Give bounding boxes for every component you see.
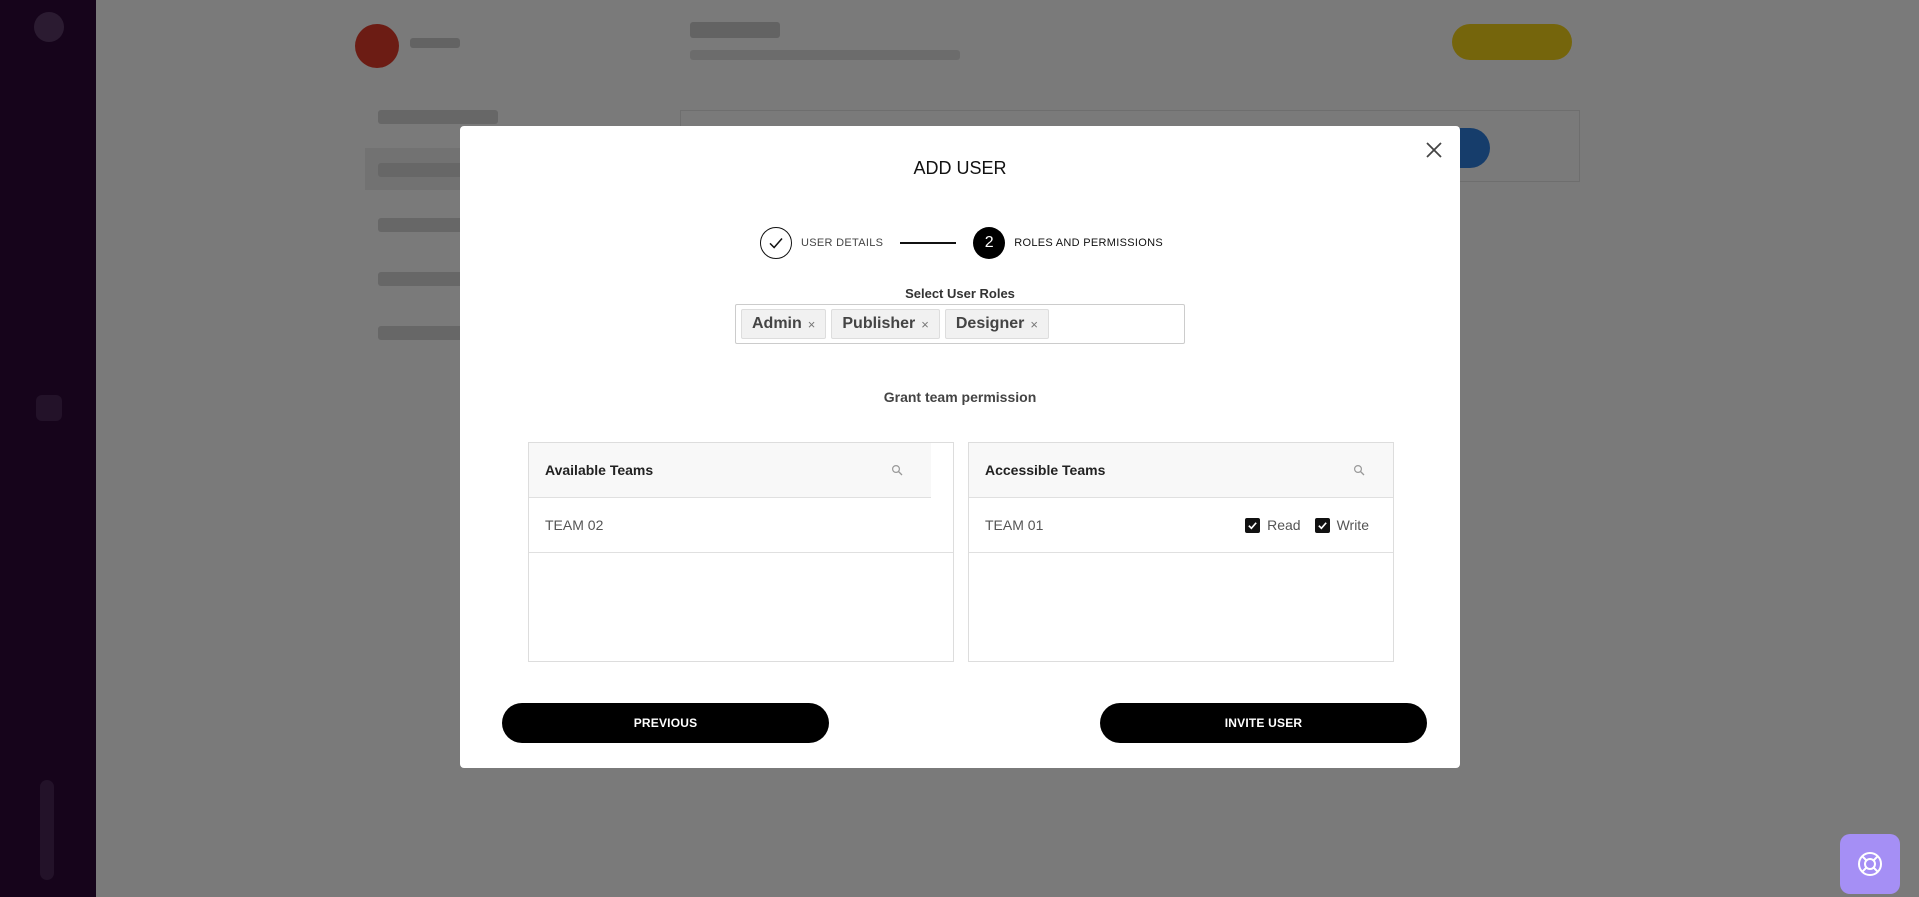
role-chip-designer: Designer × (944, 309, 1049, 339)
grant-permission-label: Grant team permission (883, 389, 1037, 405)
accessible-teams-title: Accessible Teams (985, 462, 1106, 478)
role-chip-label: Admin (752, 315, 802, 332)
modal-title: ADD USER (913, 158, 1007, 178)
add-user-modal: ADD USER USER DETAILS 2 ROLES AND PERMIS… (460, 126, 1460, 768)
close-icon (1426, 142, 1442, 158)
read-permission-checkbox[interactable]: Read (1245, 517, 1301, 533)
available-team-row[interactable]: TEAM 02 (529, 498, 953, 553)
checkbox-checked-icon[interactable] (1245, 517, 1261, 533)
available-teams-search[interactable] (891, 464, 903, 476)
accessible-team-row[interactable]: TEAM 01 Read Write (969, 498, 1393, 553)
search-icon (891, 464, 903, 476)
write-label: Write (1336, 517, 1369, 533)
role-chip-admin: Admin × (741, 309, 827, 339)
step-1-done[interactable] (760, 227, 792, 259)
invite-user-button[interactable]: INVITE USER (1100, 703, 1427, 743)
stepper: USER DETAILS 2 ROLES AND PERMISSIONS (760, 226, 1163, 260)
accessible-teams-panel: Accessible Teams TEAM 01 Read Write (968, 442, 1394, 662)
team-name: TEAM 01 (985, 517, 1044, 533)
lifebuoy-icon (1858, 852, 1882, 876)
role-chip-label: Publisher (842, 315, 916, 332)
search-icon (1353, 464, 1365, 476)
team-permissions: Read Write (1245, 517, 1369, 533)
remove-role-icon[interactable]: × (808, 317, 816, 332)
accessible-teams-search[interactable] (1353, 464, 1365, 476)
step-1-label: USER DETAILS (801, 237, 884, 249)
available-teams-panel: Available Teams TEAM 02 (528, 442, 954, 662)
team-name: TEAM 02 (545, 517, 604, 533)
remove-role-icon[interactable]: × (921, 317, 929, 332)
check-icon (769, 238, 783, 249)
write-permission-checkbox[interactable]: Write (1314, 517, 1369, 533)
close-button[interactable] (1422, 138, 1446, 162)
checkbox-checked-icon[interactable] (1314, 517, 1330, 533)
roles-select[interactable]: Admin × Publisher × Designer × (735, 304, 1185, 344)
help-button[interactable] (1840, 834, 1900, 894)
role-chip-label: Designer (955, 315, 1025, 332)
accessible-teams-header: Accessible Teams (969, 443, 1393, 498)
read-label: Read (1267, 517, 1301, 533)
step-2-label: ROLES AND PERMISSIONS (1014, 237, 1163, 249)
remove-role-icon[interactable]: × (1030, 317, 1038, 332)
roles-label: Select User Roles (905, 286, 1015, 301)
step-2-number: 2 (973, 227, 1006, 259)
available-teams-header: Available Teams (529, 443, 931, 498)
available-teams-title: Available Teams (545, 462, 654, 478)
role-chip-publisher: Publisher × (831, 309, 940, 339)
step-connector (900, 242, 957, 244)
previous-button[interactable]: PREVIOUS (502, 703, 829, 743)
